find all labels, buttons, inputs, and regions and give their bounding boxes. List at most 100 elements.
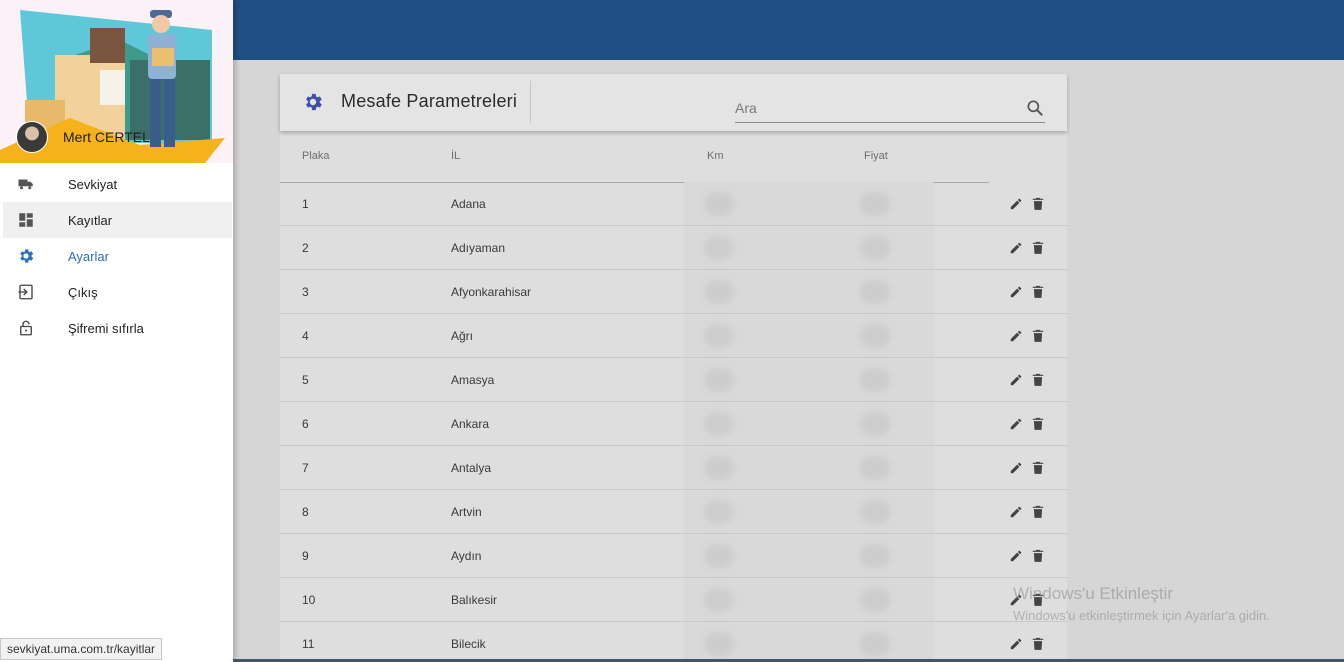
edit-icon[interactable] [1009,373,1023,387]
cell-km-blurred [704,236,734,260]
header-divider [530,81,531,123]
cell-km-blurred [704,500,734,524]
table-row: 4 Ağrı [280,314,1067,358]
page-title: Mesafe Parametreleri [341,91,518,111]
delete-icon[interactable] [1032,285,1044,299]
cell-fiyat-blurred [860,236,890,260]
edit-icon[interactable] [1009,461,1023,475]
gear-icon [20,249,34,263]
table-header: Plaka İL Km Fiyat [280,134,1067,182]
search-underline [735,122,1045,123]
edit-icon[interactable] [1009,241,1023,255]
column-header-km[interactable]: Km [707,150,724,162]
table-body: 1 Adana 2 Adıyaman 3 Afyonkarahisar 4 Ağrı 5 Amas… [280,182,1067,662]
sidebar-item-cikis[interactable]: Çıkış [0,274,233,310]
table-row: 2 Adıyaman [280,226,1067,270]
sidebar-item-label: Ayarlar [68,249,109,264]
sidebar-nav: Sevkiyat Kayıtlar Ayarlar Çıkış Şifremi … [0,166,233,346]
table-row: 11 Bilecik [280,622,1067,662]
delete-icon[interactable] [1032,197,1044,211]
table-row: 6 Ankara [280,402,1067,446]
sidebar-item-ayarlar[interactable]: Ayarlar [0,238,233,274]
edit-icon[interactable] [1009,417,1023,431]
delete-icon[interactable] [1032,373,1044,387]
cell-il: Antalya [451,461,492,475]
cell-il: Aydın [451,549,482,563]
edit-icon[interactable] [1009,637,1023,651]
cell-plaka: 1 [302,197,309,211]
dashboard-icon [19,213,33,227]
column-header-fiyat[interactable]: Fiyat [864,150,888,162]
cell-il: Bilecik [451,637,486,651]
search-icon[interactable] [1025,98,1045,118]
delete-icon[interactable] [1032,461,1044,475]
table-row: 3 Afyonkarahisar [280,270,1067,314]
cell-il: Afyonkarahisar [451,285,532,299]
gear-icon [306,93,322,111]
edit-icon[interactable] [1009,329,1023,343]
cell-km-blurred [704,280,734,304]
table-row: 8 Artvin [280,490,1067,534]
sidebar-item-label: Kayıtlar [68,213,113,228]
cell-km-blurred [704,368,734,392]
cell-il: Balıkesir [451,593,498,607]
sidebar-item-label: Çıkış [68,285,98,300]
sidebar-item-sifre-sifirla[interactable]: Şifremi sıfırla [0,310,233,346]
column-header-il[interactable]: İL [451,150,460,162]
cell-plaka: 2 [302,241,309,255]
sidebar-item-label: Şifremi sıfırla [68,321,144,336]
cell-plaka: 9 [302,549,309,563]
cell-il: Artvin [451,505,482,519]
table-row: 10 Balıkesir [280,578,1067,622]
cell-fiyat-blurred [860,280,890,304]
delete-icon[interactable] [1032,505,1044,519]
cell-km-blurred [704,588,734,612]
status-bar-url: sevkiyat.uma.com.tr/kayitlar [0,638,163,660]
cell-km-blurred [704,544,734,568]
edit-icon[interactable] [1009,197,1023,211]
card-header: Mesafe Parametreleri [280,74,1067,131]
cell-plaka: 6 [302,417,309,431]
table-row: 9 Aydın [280,534,1067,578]
distance-parameters-card: Mesafe Parametreleri Plaka İL Km Fiyat 1… [280,74,1067,662]
table-row: 7 Antalya [280,446,1067,490]
cell-fiyat-blurred [860,544,890,568]
cell-il: Amasya [451,373,495,387]
cell-il: Adıyaman [451,241,506,255]
delete-icon[interactable] [1032,417,1044,431]
delete-icon[interactable] [1032,241,1044,255]
cell-fiyat-blurred [860,500,890,524]
activation-watermark-title: Windows'u Etkinleştir [1013,584,1174,603]
cell-plaka: 4 [302,329,309,343]
activation-watermark-subtitle: Windows'u etkinleştirmek için Ayarlar'a … [1013,608,1270,623]
cell-il: Adana [451,197,486,211]
delete-icon[interactable] [1032,329,1044,343]
column-header-plaka[interactable]: Plaka [302,150,330,162]
exit-icon [18,284,33,300]
avatar[interactable] [16,121,48,153]
cell-fiyat-blurred [860,368,890,392]
sidebar-item-sevkiyat[interactable]: Sevkiyat [0,166,233,202]
search-input[interactable] [735,96,1015,120]
delete-icon[interactable] [1032,549,1044,563]
cell-km-blurred [704,456,734,480]
cell-km-blurred [704,412,734,436]
truck-icon [18,179,33,190]
drawer-header-illustration: Mert CERTEL [0,0,233,163]
sidebar-item-kayitlar[interactable]: Kayıtlar [3,202,232,238]
delete-icon[interactable] [1032,637,1044,651]
cell-plaka: 11 [302,637,315,651]
cell-il: Ankara [451,417,490,431]
cell-plaka: 10 [302,593,316,607]
edit-icon[interactable] [1009,505,1023,519]
navigation-drawer: Mert CERTEL Sevkiyat Kayıtlar Ayarlar Çı… [0,0,233,662]
cell-plaka: 5 [302,373,309,387]
edit-icon[interactable] [1009,285,1023,299]
cell-il: Ağrı [451,329,474,343]
edit-icon[interactable] [1009,549,1023,563]
cell-fiyat-blurred [860,324,890,348]
cell-plaka: 7 [302,461,309,475]
cell-plaka: 3 [302,285,309,299]
cell-plaka: 8 [302,505,309,519]
user-name: Mert CERTEL [63,129,150,145]
